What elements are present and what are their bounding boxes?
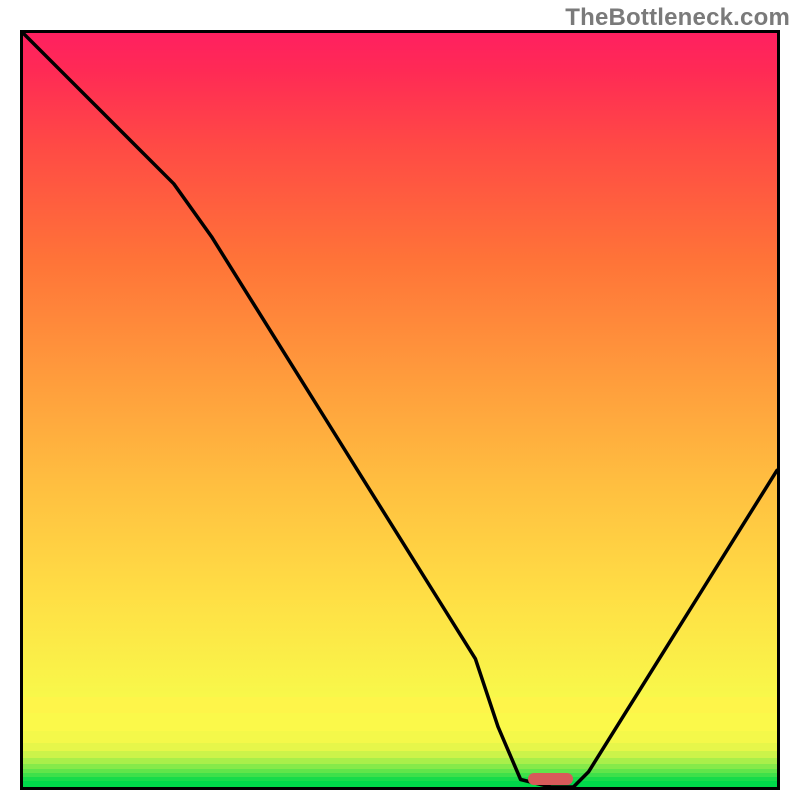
- attribution-text: TheBottleneck.com: [565, 4, 790, 32]
- curve-path: [23, 33, 777, 787]
- bottleneck-curve: [23, 33, 777, 787]
- optimal-marker: [528, 773, 573, 785]
- plot-area: [20, 30, 780, 790]
